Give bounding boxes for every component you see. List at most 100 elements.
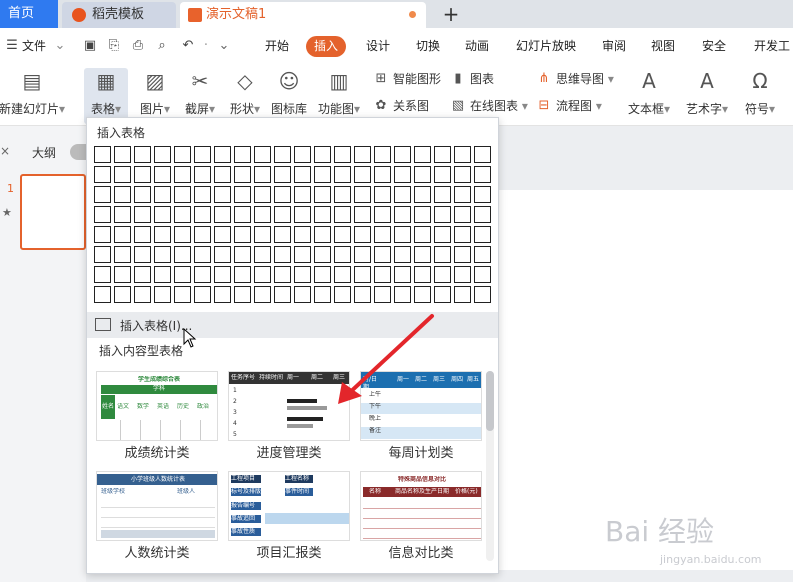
table-grid-cell[interactable] [274, 146, 291, 163]
table-grid-cell[interactable] [274, 286, 291, 303]
table-grid-cell[interactable] [434, 286, 451, 303]
table-grid-cell[interactable] [214, 246, 231, 263]
table-grid-cell[interactable] [294, 246, 311, 263]
table-grid-cell[interactable] [474, 226, 491, 243]
file-menu[interactable]: 文件 [22, 28, 46, 64]
table-grid-cell[interactable] [314, 266, 331, 283]
table-grid-cell[interactable] [194, 226, 211, 243]
table-grid-cell[interactable] [354, 166, 371, 183]
quick-access-dropdown-icon[interactable]: ⌄ [216, 38, 232, 54]
table-grid-cell[interactable] [134, 286, 151, 303]
table-grid-cell[interactable] [334, 226, 351, 243]
print-icon[interactable]: ⎙ [130, 38, 146, 54]
table-grid-cell[interactable] [234, 226, 251, 243]
table-grid-cell[interactable] [234, 286, 251, 303]
table-grid-cell[interactable] [134, 246, 151, 263]
table-grid-cell[interactable] [254, 246, 271, 263]
menu-review[interactable]: 审阅 [602, 28, 626, 64]
table-grid-cell[interactable] [134, 186, 151, 203]
table-grid-cell[interactable] [414, 146, 431, 163]
table-grid-cell[interactable] [474, 146, 491, 163]
table-grid-cell[interactable] [214, 266, 231, 283]
table-grid-cell[interactable] [174, 206, 191, 223]
shape-button[interactable]: ◇ 形状▾ [223, 68, 267, 124]
table-grid-cell[interactable] [274, 266, 291, 283]
table-grid-cell[interactable] [234, 246, 251, 263]
table-grid-cell[interactable] [374, 246, 391, 263]
table-grid-cell[interactable] [314, 186, 331, 203]
table-grid-cell[interactable] [214, 166, 231, 183]
table-grid-cell[interactable] [154, 266, 171, 283]
picture-button[interactable]: ▨ 图片▾ [133, 68, 177, 124]
table-grid-cell[interactable] [474, 266, 491, 283]
table-grid-cell[interactable] [454, 246, 471, 263]
table-grid-cell[interactable] [334, 206, 351, 223]
table-grid-cell[interactable] [454, 186, 471, 203]
symbol-button[interactable]: Ω 符号▾ [738, 68, 782, 124]
table-grid-cell[interactable] [214, 206, 231, 223]
table-grid-cell[interactable] [414, 286, 431, 303]
table-grid-cell[interactable] [474, 206, 491, 223]
table-grid-cell[interactable] [174, 186, 191, 203]
table-grid-cell[interactable] [374, 266, 391, 283]
menu-slideshow[interactable]: 幻灯片放映 [516, 28, 576, 64]
collapse-panel-icon[interactable]: × [0, 144, 10, 158]
table-grid-cell[interactable] [154, 286, 171, 303]
table-grid-cell[interactable] [434, 226, 451, 243]
table-grid-cell[interactable] [394, 206, 411, 223]
table-grid-cell[interactable] [114, 266, 131, 283]
template-people-statistics[interactable]: 小学班级人数统计表 班级学校 班级人 人数统计类 [96, 471, 218, 561]
table-grid-cell[interactable] [214, 186, 231, 203]
table-grid-cell[interactable] [174, 266, 191, 283]
table-grid-cell[interactable] [354, 266, 371, 283]
table-grid-cell[interactable] [174, 166, 191, 183]
table-grid-cell[interactable] [94, 246, 111, 263]
table-grid-cell[interactable] [254, 286, 271, 303]
table-grid-cell[interactable] [354, 186, 371, 203]
table-grid-cell[interactable] [234, 266, 251, 283]
table-grid-cell[interactable] [434, 166, 451, 183]
table-grid-cell[interactable] [194, 286, 211, 303]
hamburger-menu-icon[interactable]: ☰ [4, 38, 20, 54]
table-grid-cell[interactable] [254, 206, 271, 223]
screenshot-button[interactable]: ✂ 截屏▾ [178, 68, 222, 124]
table-grid-cell[interactable] [434, 246, 451, 263]
table-grid-cell[interactable] [394, 186, 411, 203]
table-grid-cell[interactable] [254, 186, 271, 203]
menu-start[interactable]: 开始 [265, 28, 289, 64]
table-grid-cell[interactable] [174, 286, 191, 303]
table-grid-cell[interactable] [434, 186, 451, 203]
table-grid-cell[interactable] [154, 226, 171, 243]
table-grid-cell[interactable] [454, 206, 471, 223]
table-grid-cell[interactable] [294, 226, 311, 243]
table-grid-cell[interactable] [214, 146, 231, 163]
table-grid-cell[interactable] [134, 146, 151, 163]
table-grid-cell[interactable] [134, 166, 151, 183]
table-grid-cell[interactable] [334, 266, 351, 283]
template-grade-statistics[interactable]: 学生成绩综合表 学科 姓名 语文 数学 英语 历史 政治 成绩统计类 [96, 371, 218, 461]
table-grid-cell[interactable] [234, 186, 251, 203]
smart-art-button[interactable]: ⊞ 智能图形 [373, 69, 441, 89]
table-grid-cell[interactable] [414, 226, 431, 243]
table-grid-cell[interactable] [334, 186, 351, 203]
save-icon[interactable]: ▣ [82, 38, 98, 54]
slide-thumbnail[interactable] [20, 174, 86, 250]
tab-document[interactable]: 演示文稿1 [180, 2, 426, 28]
table-grid-cell[interactable] [434, 266, 451, 283]
table-grid-cell[interactable] [234, 166, 251, 183]
table-grid-cell[interactable] [374, 226, 391, 243]
table-grid-cell[interactable] [154, 246, 171, 263]
table-grid-cell[interactable] [414, 166, 431, 183]
table-grid-cell[interactable] [194, 146, 211, 163]
online-chart-button[interactable]: ▧ 在线图表 ▾ [450, 96, 528, 116]
mind-map-button[interactable]: ⋔ 思维导图 ▾ [536, 69, 614, 89]
table-grid-cell[interactable] [294, 166, 311, 183]
menu-animation[interactable]: 动画 [465, 28, 489, 64]
table-grid-cell[interactable] [254, 166, 271, 183]
table-grid-cell[interactable] [274, 246, 291, 263]
table-grid-cell[interactable] [394, 286, 411, 303]
new-slide-button[interactable]: ▤ 新建幻灯片▾ [0, 68, 68, 124]
table-grid-cell[interactable] [274, 206, 291, 223]
table-grid-cell[interactable] [294, 286, 311, 303]
table-grid-cell[interactable] [114, 186, 131, 203]
